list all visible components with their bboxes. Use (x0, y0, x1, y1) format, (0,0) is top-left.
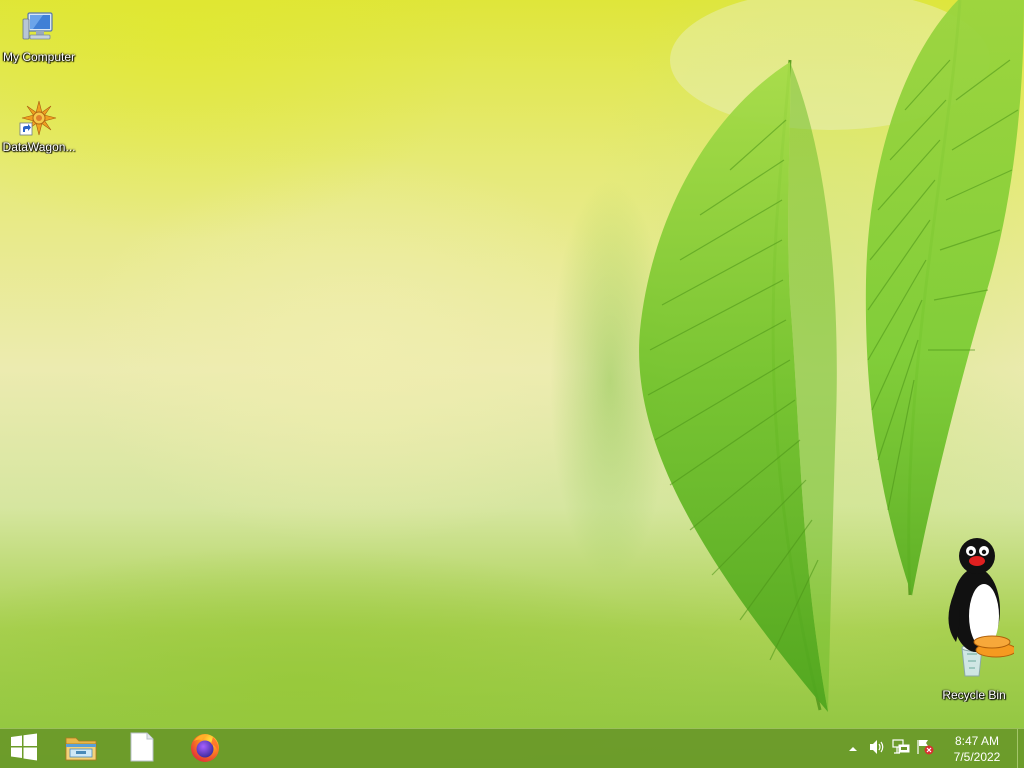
clock-date: 7/5/2022 (953, 750, 1001, 764)
desktop[interactable]: My Computer DataWagon... Recycle Bin 8:4… (0, 0, 1024, 768)
desktop-icon-label: Recycle Bin (942, 688, 1006, 702)
action-center-button[interactable] (913, 729, 937, 768)
action-center-flag-icon (916, 739, 934, 760)
datawagon-shortcut-icon (19, 98, 59, 138)
network-button[interactable] (889, 729, 913, 768)
system-tray: 8:47 AM 7/5/2022 (841, 729, 1024, 768)
start-button[interactable] (0, 729, 48, 768)
desktop-icon-label: My Computer (2, 50, 76, 64)
my-computer-icon (19, 8, 59, 48)
desktop-icon-label: DataWagon... (2, 140, 76, 154)
desktop-icon-recycle-bin[interactable]: Recycle Bin (934, 538, 1017, 702)
chevron-up-icon (848, 740, 858, 758)
windows-logo-icon (10, 733, 38, 766)
taskbar: 8:47 AM 7/5/2022 (0, 728, 1024, 768)
show-hidden-icons-button[interactable] (841, 729, 865, 768)
taskbar-file-explorer-button[interactable] (55, 729, 107, 768)
desktop-icon-my-computer[interactable]: My Computer (0, 8, 79, 64)
network-icon (892, 738, 910, 760)
firefox-icon (189, 731, 221, 768)
volume-button[interactable] (865, 729, 889, 768)
clock-time: 8:47 AM (954, 734, 1000, 748)
recycle-bin-icon (934, 538, 1017, 678)
desktop-icon-datawagon[interactable]: DataWagon... (0, 98, 79, 154)
taskbar-document-button[interactable] (116, 729, 168, 768)
blank-document-icon (129, 732, 155, 767)
show-desktop-button[interactable] (1017, 729, 1024, 768)
taskbar-clock[interactable]: 8:47 AM 7/5/2022 (937, 729, 1017, 768)
volume-icon (868, 739, 886, 760)
taskbar-firefox-button[interactable] (179, 729, 231, 768)
wallpaper-leaves (550, 0, 1024, 712)
file-explorer-icon (64, 732, 98, 767)
